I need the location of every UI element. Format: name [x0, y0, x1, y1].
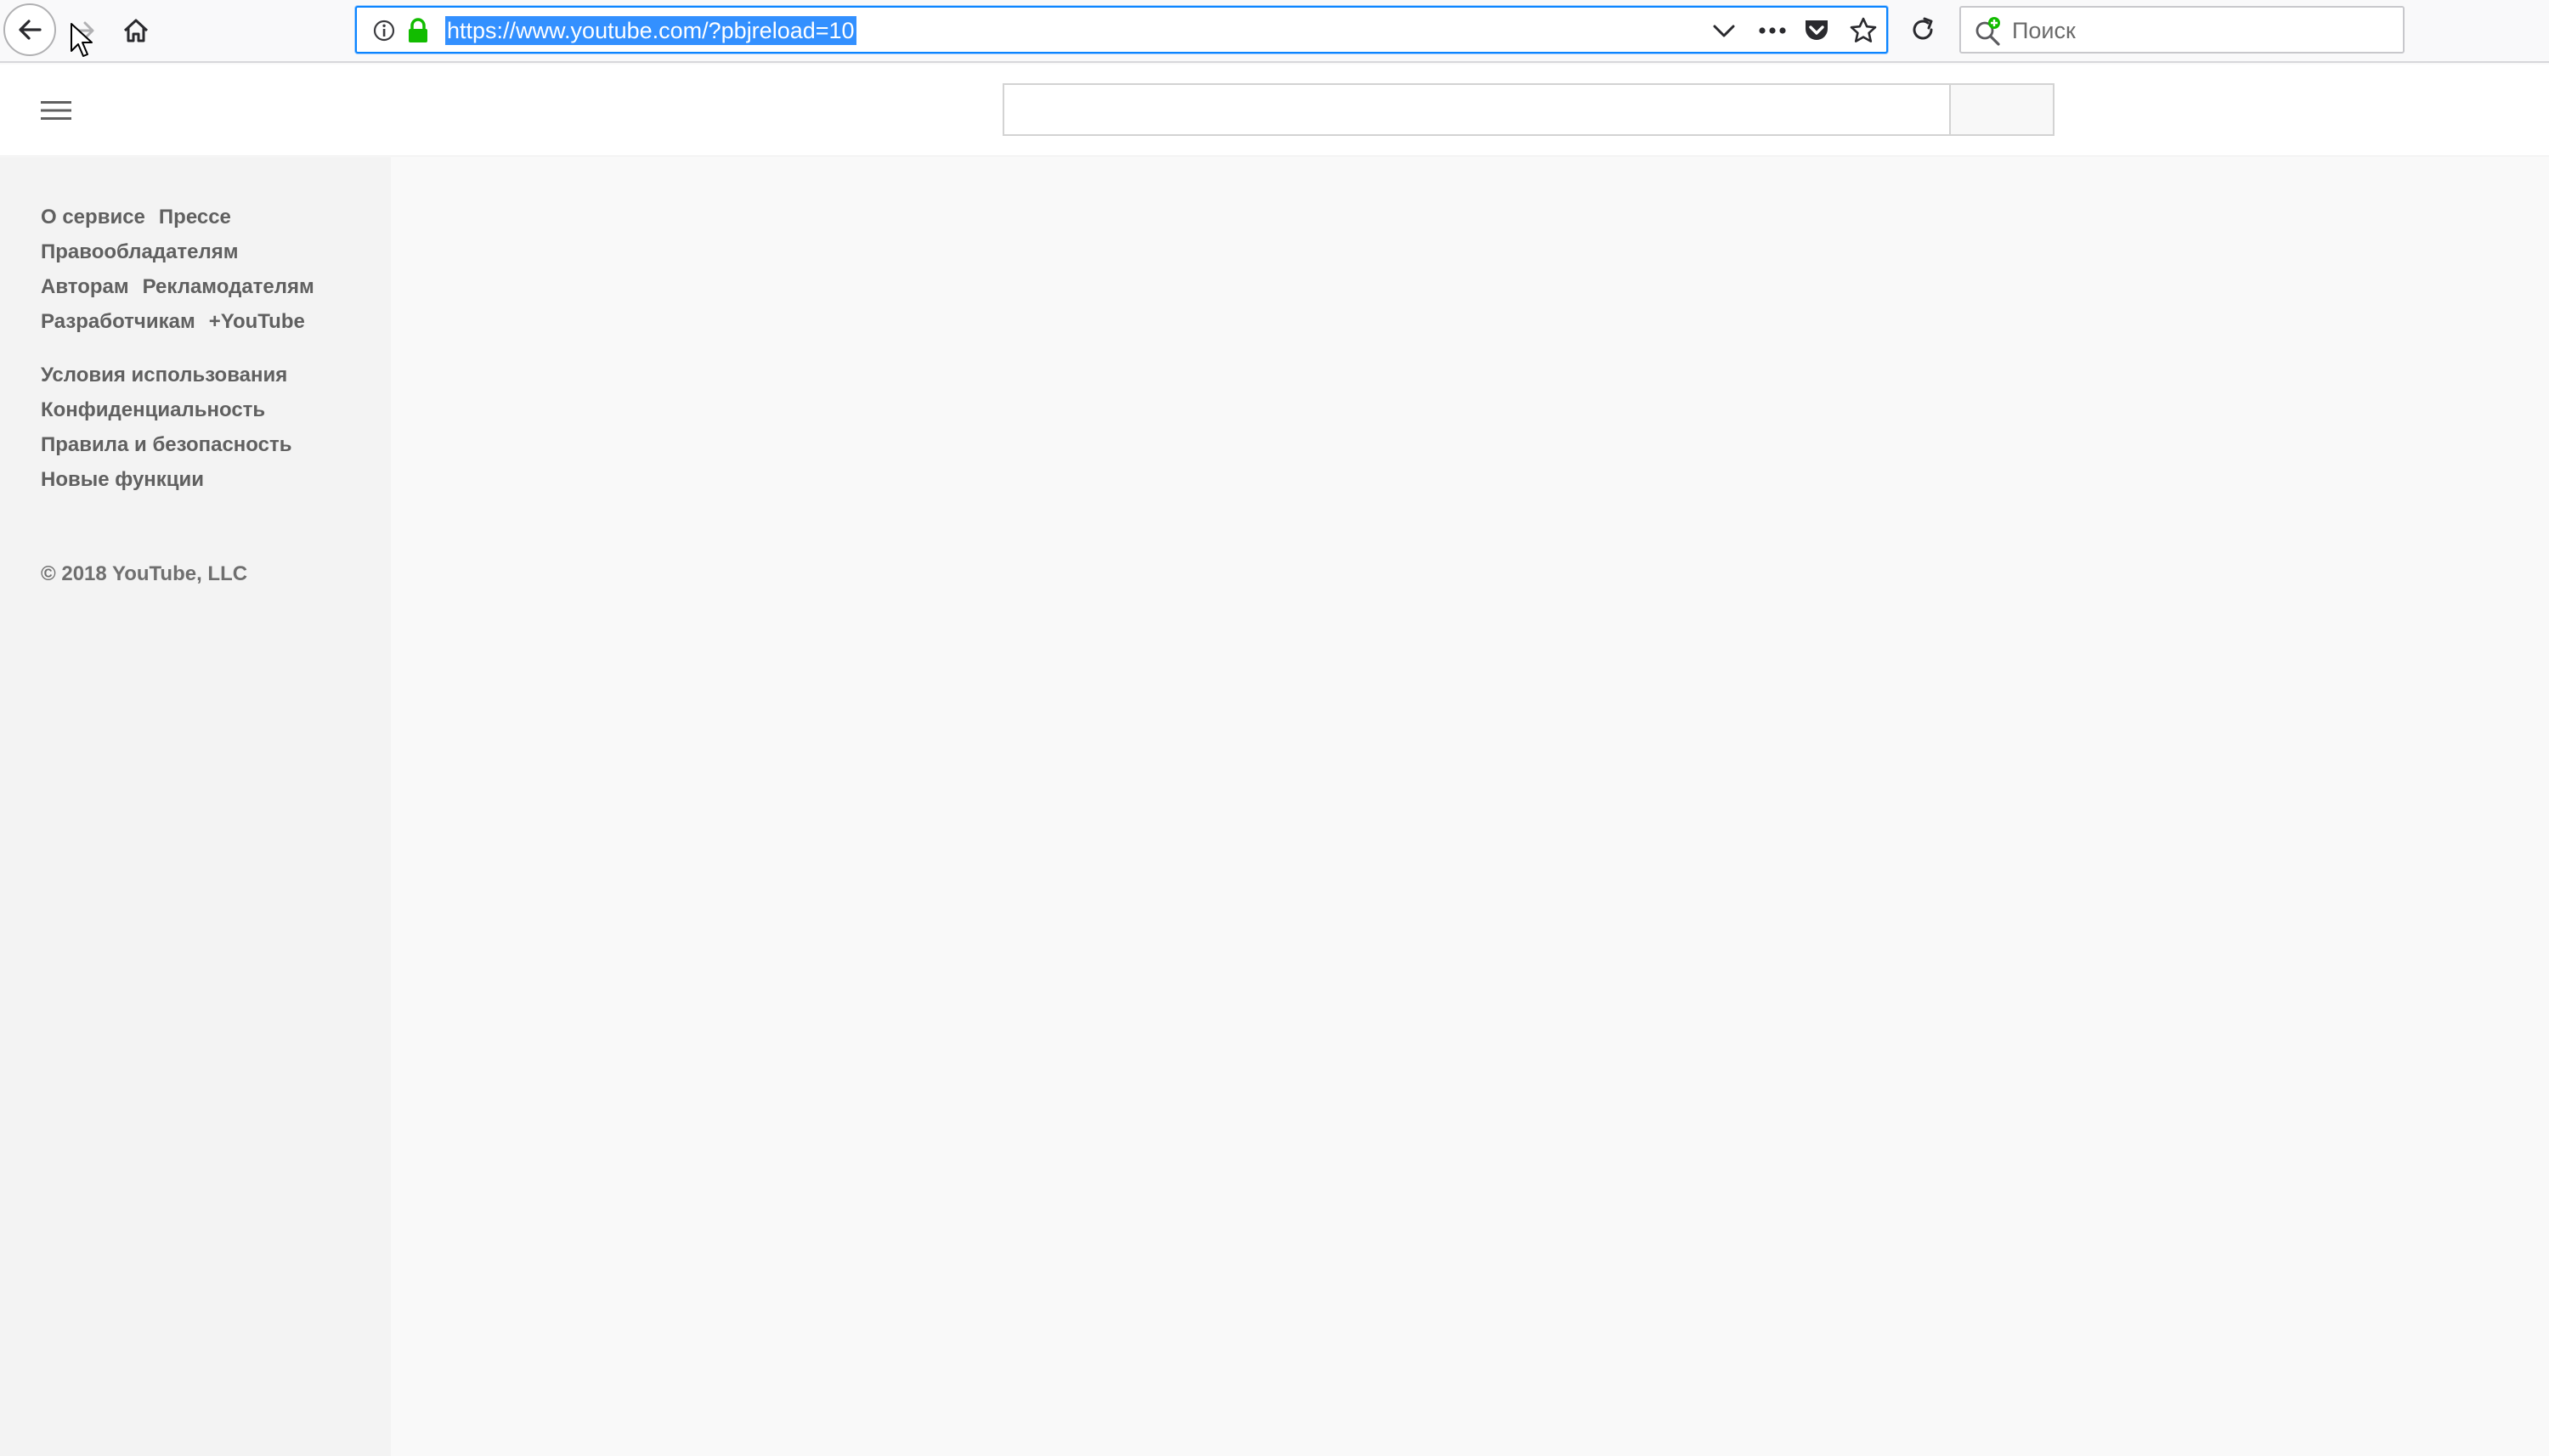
link-plus-youtube[interactable]: +YouTube	[209, 310, 305, 334]
more-dots-icon[interactable]	[1757, 18, 1788, 43]
sidebar-link-row: Правообладателям	[41, 234, 314, 269]
link-group-spacer	[41, 339, 314, 358]
mouse-cursor-icon	[71, 23, 93, 57]
url-bar[interactable]: https://www.youtube.com/?pbjreload=10	[355, 6, 1888, 54]
reload-button[interactable]	[1903, 10, 1942, 49]
chevron-down-icon[interactable]	[1711, 20, 1737, 42]
hamburger-menu-button[interactable]	[34, 93, 78, 127]
youtube-search-input[interactable]	[1003, 83, 1949, 136]
back-button[interactable]	[3, 3, 56, 56]
sidebar-link-row: Правила и безопасность	[41, 427, 314, 462]
link-policy-safety[interactable]: Правила и безопасность	[41, 433, 292, 457]
browser-search-box[interactable]: Поиск	[1959, 6, 2405, 54]
sidebar-link-row: Конфиденциальность	[41, 392, 314, 427]
lock-icon[interactable]	[406, 17, 430, 44]
search-glass-icon	[1975, 17, 2000, 46]
search-placeholder: Поиск	[2012, 18, 2076, 43]
link-about[interactable]: О сервисе	[41, 206, 145, 229]
youtube-header	[0, 65, 2549, 156]
hamburger-menu-icon	[41, 101, 71, 120]
link-copyright[interactable]: Правообладателям	[41, 240, 239, 264]
sidebar-links: О сервисе Прессе Правообладателям Автора…	[41, 200, 314, 497]
sidebar-link-row: Авторам Рекламодателям	[41, 269, 314, 304]
link-advertise[interactable]: Рекламодателям	[143, 275, 314, 299]
pocket-icon[interactable]	[1803, 18, 1830, 43]
link-press[interactable]: Прессе	[159, 206, 231, 229]
browser-toolbar: https://www.youtube.com/?pbjreload=10 По…	[0, 0, 2549, 63]
link-new-features[interactable]: Новые функции	[41, 468, 204, 492]
home-icon	[123, 19, 149, 42]
back-arrow-icon	[19, 20, 42, 40]
link-privacy[interactable]: Конфиденциальность	[41, 398, 265, 422]
link-developers[interactable]: Разработчикам	[41, 310, 195, 334]
link-creators[interactable]: Авторам	[41, 275, 129, 299]
copyright-text: © 2018 YouTube, LLC	[41, 562, 248, 585]
star-icon[interactable]	[1849, 16, 1878, 45]
reload-icon	[1913, 17, 1933, 40]
sidebar-link-row: Разработчикам +YouTube	[41, 304, 314, 339]
sidebar: О сервисе Прессе Правообладателям Автора…	[0, 157, 391, 1456]
sidebar-link-row: О сервисе Прессе	[41, 200, 314, 234]
link-terms[interactable]: Условия использования	[41, 364, 287, 387]
home-button[interactable]	[117, 12, 155, 49]
sidebar-link-row: Новые функции	[41, 462, 314, 497]
sidebar-link-row: Условия использования	[41, 358, 314, 392]
info-icon[interactable]	[372, 19, 396, 42]
main-content	[391, 157, 2549, 1456]
url-text[interactable]: https://www.youtube.com/?pbjreload=10	[445, 16, 856, 45]
youtube-search-button[interactable]	[1949, 83, 2054, 136]
